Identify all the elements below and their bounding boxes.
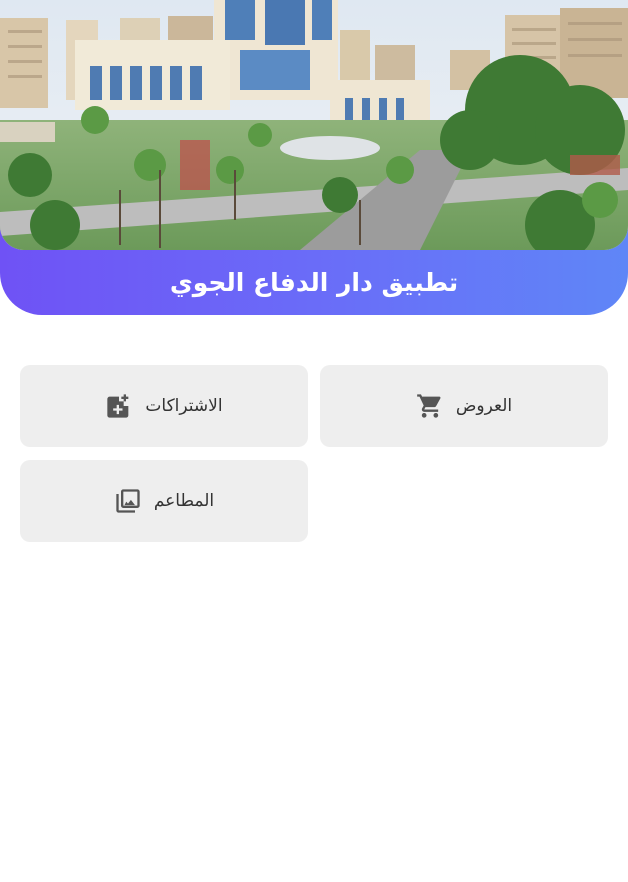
header-photo [0,0,628,250]
app-header: تطبيق دار الدفاع الجوي [0,0,628,315]
offers-button[interactable]: العروض [320,365,608,447]
restaurants-button[interactable]: المطاعم [20,460,308,542]
building-campus-photo [0,0,628,250]
subscriptions-label: الاشتراكات [145,396,223,416]
app-title: تطبيق دار الدفاع الجوي [169,268,459,297]
subscriptions-button[interactable]: الاشتراكات [20,365,308,447]
restaurants-label: المطاعم [153,491,215,511]
offers-label: العروض [455,396,513,416]
photo-library-icon [114,487,142,515]
add-ticket-icon [105,392,133,420]
cart-icon [416,392,444,420]
